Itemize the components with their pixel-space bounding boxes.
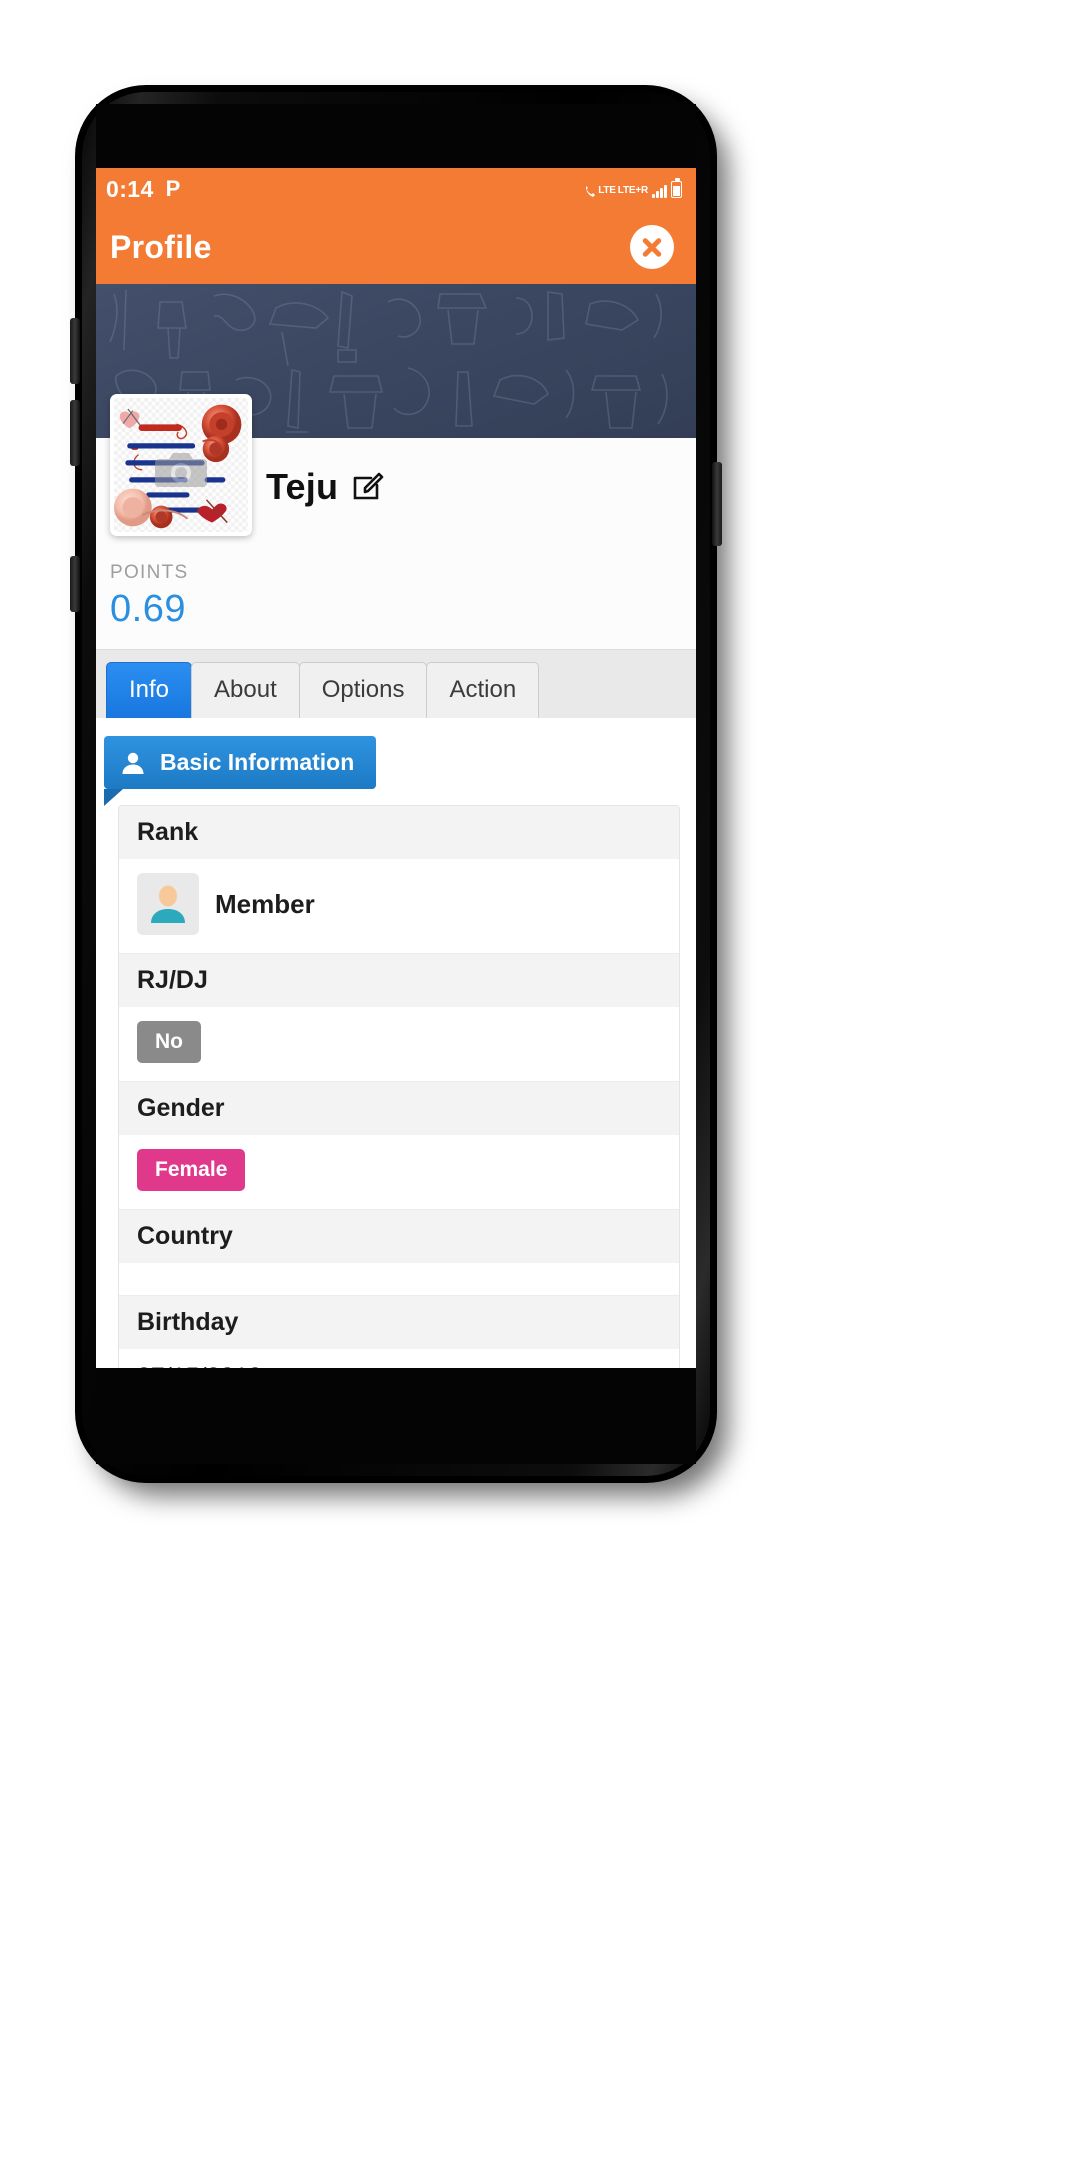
member-avatar-icon [137,873,199,935]
ribbon-fold [104,789,123,806]
row-value: 07/15/2019 [119,1349,679,1368]
avatar[interactable] [110,394,252,536]
avatar-row: Teju [96,394,696,536]
app-notification-badge-icon: P [165,176,181,201]
app-bar: Profile [96,210,696,284]
screenshot-root: 0:14 P LTE LTE+R Profile Teju POINTS 0.6… [0,0,1080,2160]
device-screen: 0:14 P LTE LTE+R Profile Teju POINTS 0.6… [96,168,696,1368]
battery-icon [671,177,682,198]
points-block: POINTS 0.69 [96,536,696,637]
tab-info[interactable]: Info [106,662,193,718]
tab-bar: Info About Options Action [96,649,696,718]
page-title: Profile [110,228,212,265]
username-row: Teju [252,466,386,536]
tab-action[interactable]: Action [426,662,540,718]
row-label: Rank [119,806,679,859]
status-bar-right: LTE LTE+R [585,177,682,198]
status-badge: No [137,1021,201,1063]
info-row-gender: Gender Female [119,1082,679,1210]
row-value: No [119,1007,679,1081]
profile-header-card: Teju POINTS 0.69 [96,394,696,649]
status-bar-left: 0:14 P [106,176,180,203]
row-label: Gender [119,1082,679,1135]
camera-icon[interactable] [155,449,207,491]
info-row-birthday: Birthday 07/15/2019 [119,1296,679,1368]
bottom-bezel [96,1368,696,1464]
gender-badge: Female [137,1149,246,1191]
tab-about[interactable]: About [191,662,300,718]
row-label: RJ/DJ [119,954,679,1007]
close-icon[interactable] [630,225,674,269]
pencil-square-icon[interactable] [350,469,386,505]
volume-down-button[interactable] [70,400,80,466]
power-button[interactable] [712,462,722,546]
row-value [119,1263,679,1295]
status-clock: 0:14 [106,175,154,202]
network-label-lte: LTE [598,185,616,196]
points-label: POINTS [110,562,189,583]
status-bar: 0:14 P LTE LTE+R [96,168,696,210]
info-tab-panel: Basic Information Rank Member RJ/DJ No G… [96,718,696,1368]
section-header-ribbon: Basic Information [104,736,377,789]
bixby-button[interactable] [70,556,80,612]
person-icon [120,750,146,776]
info-row-rjdj: RJ/DJ No [119,954,679,1082]
section-header: Basic Information [104,736,377,806]
username: Teju [266,466,339,507]
basic-information-list: Rank Member RJ/DJ No Gender Female Count… [118,805,680,1368]
row-label: Country [119,1210,679,1263]
network-label-lte-plus: LTE+R [617,185,648,196]
section-title: Basic Information [160,749,355,775]
tab-options[interactable]: Options [298,662,428,718]
info-row-country: Country [119,1210,679,1296]
row-label: Birthday [119,1296,679,1349]
network-type-labels: LTE LTE+R [585,185,648,198]
row-value: Member [119,859,679,953]
rank-value: Member [215,888,315,919]
call-icon [586,185,596,197]
info-row-rank: Rank Member [119,806,679,954]
signal-bars-icon [652,184,667,198]
points-value: 0.69 [110,588,186,630]
volume-up-button[interactable] [70,318,80,384]
row-value: Female [119,1135,679,1209]
